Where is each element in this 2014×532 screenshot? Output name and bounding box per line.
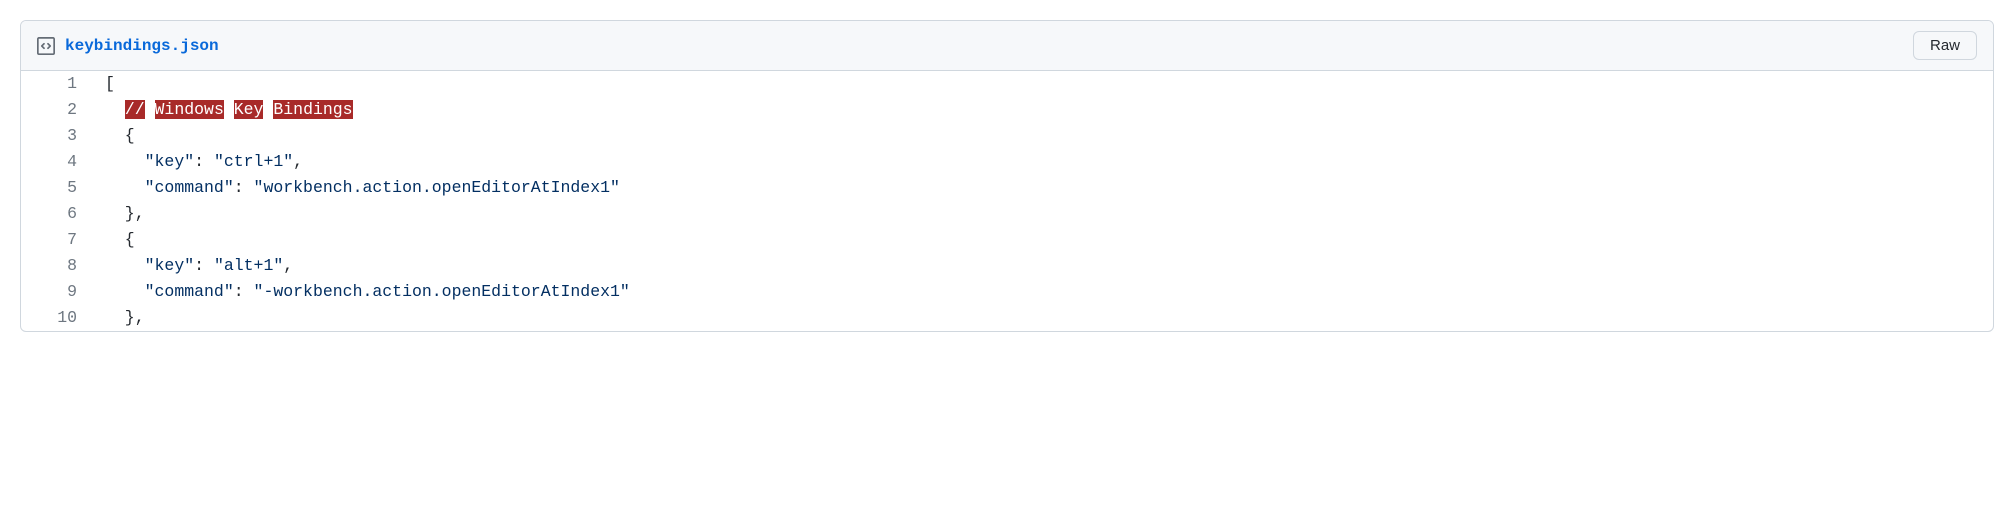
token-string: "alt+1": [214, 256, 283, 275]
line-number[interactable]: 9: [21, 279, 91, 305]
code-line: 8 "key": "alt+1",: [21, 253, 1993, 279]
code-content: "key": "alt+1",: [91, 253, 307, 279]
token-indent: [105, 282, 145, 301]
line-number[interactable]: 3: [21, 123, 91, 149]
code-content: {: [91, 123, 149, 149]
line-number[interactable]: 8: [21, 253, 91, 279]
token-comment-error: //: [125, 100, 145, 119]
token-indent: [105, 178, 145, 197]
token-colon: :: [194, 152, 214, 171]
raw-button[interactable]: Raw: [1913, 31, 1977, 60]
code-line: 3 {: [21, 123, 1993, 149]
token-string: "ctrl+1": [214, 152, 293, 171]
token-brace: },: [105, 308, 145, 327]
code-content: [: [91, 71, 129, 97]
code-line: 9 "command": "-workbench.action.openEdit…: [21, 279, 1993, 305]
line-number[interactable]: 4: [21, 149, 91, 175]
token-brace: {: [105, 126, 135, 145]
code-content: "key": "ctrl+1",: [91, 149, 317, 175]
line-number[interactable]: 1: [21, 71, 91, 97]
line-number[interactable]: 6: [21, 201, 91, 227]
code-line: 7 {: [21, 227, 1993, 253]
line-number[interactable]: 5: [21, 175, 91, 201]
token-indent: [105, 100, 125, 119]
token-colon: :: [234, 282, 254, 301]
token-key: "key": [145, 256, 195, 275]
token-key: "key": [145, 152, 195, 171]
token-indent: [105, 256, 145, 275]
token-string: "workbench.action.openEditorAtIndex1": [254, 178, 620, 197]
code-content: // Windows Key Bindings: [91, 97, 367, 123]
code-line: 6 },: [21, 201, 1993, 227]
code-line: 5 "command": "workbench.action.openEdito…: [21, 175, 1993, 201]
token-comment-error: Windows: [155, 100, 224, 119]
token-bracket: [: [105, 74, 115, 93]
token-colon: :: [234, 178, 254, 197]
token-comment-error: Key: [234, 100, 264, 119]
token-indent: [105, 152, 145, 171]
code-content: "command": "workbench.action.openEditorA…: [91, 175, 634, 201]
code-line: 1 [: [21, 71, 1993, 97]
line-number[interactable]: 2: [21, 97, 91, 123]
code-content: "command": "-workbench.action.openEditor…: [91, 279, 644, 305]
token-string: "-workbench.action.openEditorAtIndex1": [254, 282, 630, 301]
token-colon: :: [194, 256, 214, 275]
token-comment-error: Bindings: [273, 100, 352, 119]
code-content: },: [91, 201, 159, 227]
filename-link[interactable]: keybindings.json: [65, 37, 219, 55]
code-square-icon: [37, 37, 55, 55]
code-line: 10 },: [21, 305, 1993, 331]
code-listing: 1 [ 2 // Windows Key Bindings 3 { 4 "key…: [21, 71, 1993, 331]
token-comma: ,: [283, 256, 293, 275]
token-brace: {: [105, 230, 135, 249]
code-line: 4 "key": "ctrl+1",: [21, 149, 1993, 175]
code-content: {: [91, 227, 149, 253]
file-title-group: keybindings.json: [37, 37, 219, 55]
line-number[interactable]: 7: [21, 227, 91, 253]
file-header: keybindings.json Raw: [21, 21, 1993, 71]
code-line: 2 // Windows Key Bindings: [21, 97, 1993, 123]
token-key: "command": [145, 178, 234, 197]
token-brace: },: [105, 204, 145, 223]
token-comma: ,: [293, 152, 303, 171]
token-key: "command": [145, 282, 234, 301]
code-content: },: [91, 305, 159, 331]
file-container: keybindings.json Raw 1 [ 2 // Windows Ke…: [20, 20, 1994, 332]
line-number[interactable]: 10: [21, 305, 91, 331]
